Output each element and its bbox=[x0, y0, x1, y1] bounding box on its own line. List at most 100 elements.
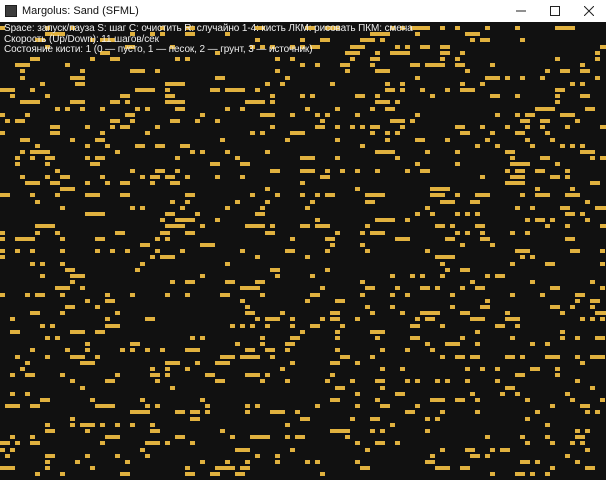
sand-particle bbox=[180, 144, 190, 148]
sand-particle bbox=[325, 193, 335, 197]
sand-particle bbox=[35, 472, 40, 476]
sand-particle bbox=[445, 138, 450, 142]
maximize-button[interactable] bbox=[538, 0, 572, 22]
sand-particle bbox=[470, 280, 475, 284]
sand-particle bbox=[235, 448, 250, 452]
sand-particle bbox=[355, 441, 360, 445]
sand-particle bbox=[400, 26, 405, 30]
sand-particle bbox=[130, 423, 135, 427]
sand-particle bbox=[130, 32, 135, 36]
sand-particle bbox=[325, 169, 330, 173]
sand-particle bbox=[135, 144, 145, 148]
sand-particle bbox=[355, 169, 360, 173]
sand-particle bbox=[80, 423, 95, 427]
sand-particle bbox=[225, 280, 235, 284]
sand-particle bbox=[355, 404, 360, 408]
app-window: Margolus: Sand (SFML) Space: запуск/пауз… bbox=[0, 0, 606, 480]
sand-particle bbox=[460, 311, 470, 315]
sand-particle bbox=[70, 76, 85, 80]
sand-particle bbox=[370, 355, 375, 359]
sand-particle bbox=[585, 218, 590, 222]
sand-particle bbox=[245, 311, 255, 315]
sand-particle bbox=[170, 181, 180, 185]
sand-particle bbox=[70, 274, 85, 278]
sand-particle bbox=[495, 274, 505, 278]
sand-particle bbox=[370, 131, 375, 135]
sand-particle bbox=[310, 200, 315, 204]
sand-particle bbox=[590, 386, 595, 390]
sand-particle bbox=[20, 100, 40, 104]
sand-particle bbox=[215, 379, 225, 383]
sand-particle bbox=[385, 107, 395, 111]
sand-particle bbox=[515, 206, 520, 210]
sand-particle bbox=[0, 26, 5, 30]
sand-particle bbox=[485, 76, 500, 80]
sand-particle bbox=[330, 361, 340, 365]
sand-particle bbox=[300, 224, 310, 228]
simulation-canvas[interactable]: Space: запуск/пауза S: шаг C: очистить R… bbox=[0, 22, 606, 480]
minimize-button[interactable] bbox=[504, 0, 538, 22]
sand-particle bbox=[530, 342, 535, 346]
sand-particle bbox=[175, 410, 185, 414]
sand-particle bbox=[550, 305, 560, 309]
sand-particle bbox=[445, 88, 450, 92]
sand-particle bbox=[455, 212, 460, 216]
sand-particle bbox=[470, 454, 480, 458]
sand-particle bbox=[290, 131, 305, 135]
close-button[interactable] bbox=[572, 0, 606, 22]
sand-particle bbox=[50, 125, 60, 129]
sand-particle bbox=[100, 423, 105, 427]
sand-particle bbox=[505, 150, 515, 154]
sand-particle bbox=[425, 206, 430, 210]
sand-particle bbox=[240, 466, 250, 470]
sand-particle bbox=[160, 218, 165, 222]
sand-particle bbox=[560, 311, 565, 315]
sand-particle bbox=[165, 100, 185, 104]
sand-particle bbox=[505, 386, 515, 390]
sand-particle bbox=[65, 268, 75, 272]
sand-particle bbox=[45, 162, 50, 166]
sand-particle bbox=[80, 386, 85, 390]
sand-particle bbox=[320, 175, 330, 179]
sand-particle bbox=[110, 119, 120, 123]
sand-particle bbox=[350, 379, 355, 383]
sand-particle bbox=[225, 88, 245, 92]
sand-particle bbox=[165, 82, 185, 86]
sand-particle bbox=[515, 113, 520, 117]
sand-particle bbox=[185, 26, 195, 30]
sand-particle bbox=[575, 429, 580, 433]
sand-particle bbox=[335, 107, 340, 111]
sand-particle bbox=[560, 69, 570, 73]
sand-particle bbox=[355, 94, 365, 98]
sand-particle bbox=[240, 299, 245, 303]
sand-particle bbox=[445, 379, 450, 383]
sand-particle bbox=[325, 268, 330, 272]
sand-particle bbox=[300, 330, 305, 334]
sand-particle bbox=[600, 156, 606, 160]
sand-particle bbox=[270, 94, 275, 98]
sand-particle bbox=[245, 410, 250, 414]
sand-particle bbox=[265, 187, 270, 191]
sand-particle bbox=[0, 441, 10, 445]
sand-particle bbox=[450, 305, 455, 309]
sand-particle bbox=[150, 32, 155, 36]
sand-particle bbox=[425, 429, 430, 433]
sand-particle bbox=[265, 373, 270, 377]
sand-particle bbox=[245, 460, 250, 464]
sand-particle bbox=[370, 32, 390, 36]
sand-particle bbox=[535, 187, 540, 191]
sand-particle bbox=[0, 88, 15, 92]
sand-particle bbox=[55, 231, 60, 235]
sand-particle bbox=[440, 262, 445, 266]
sand-particle bbox=[540, 125, 545, 129]
sand-particle bbox=[275, 460, 280, 464]
sand-particle bbox=[290, 45, 295, 49]
sand-particle bbox=[250, 193, 255, 197]
sand-particle bbox=[600, 224, 606, 228]
sand-particle bbox=[540, 293, 545, 297]
sand-particle bbox=[410, 26, 430, 30]
sand-particle bbox=[105, 324, 120, 328]
sand-particle bbox=[570, 82, 575, 86]
sand-particle bbox=[350, 125, 355, 129]
title-bar[interactable]: Margolus: Sand (SFML) bbox=[0, 0, 606, 23]
